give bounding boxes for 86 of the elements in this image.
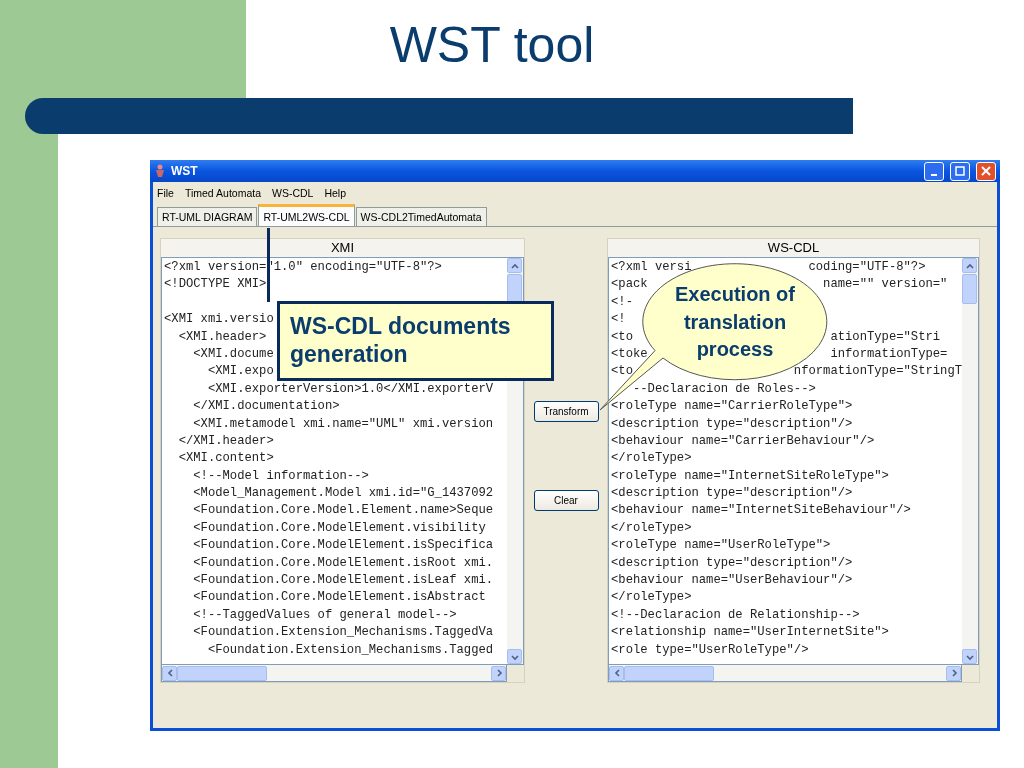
code-line: <role type="UserRoleType"/> [611, 642, 809, 657]
action-button[interactable]: Transform [533, 401, 599, 422]
close-button[interactable] [976, 161, 996, 181]
code-line: --Declaracion de Roles--> [631, 381, 816, 396]
code-line: <behaviour name="CarrierBehaviour"/> [611, 433, 875, 448]
scroll-up-button[interactable] [962, 258, 977, 273]
action-button[interactable]: Clear [533, 490, 599, 511]
horizontal-scrollbar[interactable] [608, 665, 962, 682]
scroll-right-button[interactable] [946, 665, 961, 681]
scroll-left-button[interactable] [162, 665, 177, 681]
code-line: </roleType> [611, 520, 692, 535]
scroll-right-button[interactable] [491, 665, 506, 681]
close-icon [981, 166, 991, 176]
code-line: <pack [611, 277, 648, 292]
scroll-up-button[interactable] [507, 258, 522, 273]
code-line: <XMI.metamodel xmi.name="UML" xmi.version [192, 416, 494, 431]
scrollbar-thumb[interactable] [962, 274, 977, 304]
tab[interactable]: WS-CDL2TimedAutomata [355, 207, 487, 226]
code-line: <Foundation.Core.ModelElement.isRoot xmi. [192, 555, 494, 570]
vertical-scrollbar[interactable] [962, 257, 979, 665]
code-line: <description type="description"/> [611, 416, 853, 431]
code-line: <XMI xmi.versio [164, 312, 274, 327]
code-line: ationType="Stri [830, 328, 941, 346]
code-line: <!- [611, 294, 633, 309]
code-line: <description type="description"/> [611, 486, 853, 501]
code-line: <! [611, 312, 626, 327]
code-line: <description type="description"/> [611, 555, 853, 570]
scrollbar-thumb[interactable] [624, 665, 714, 681]
maximize-button[interactable] [950, 161, 970, 181]
app-icon [154, 164, 166, 178]
window-title: WST [171, 164, 198, 178]
callout-text: Execution of translation process [674, 282, 796, 362]
horizontal-scrollbar[interactable] [161, 665, 507, 682]
menu-item[interactable]: Timed Automata [184, 186, 261, 199]
code-line: informationType= [830, 345, 948, 363]
code-line: <XMI.exporterVersion>1.0</XMI.exporterV [206, 381, 494, 396]
code-line: </roleType> [611, 590, 692, 605]
scroll-down-button[interactable] [507, 649, 522, 664]
code-line: <toke [611, 346, 648, 361]
code-line: <roleType name="InternetSiteRoleType"> [611, 468, 889, 483]
panel-title: WS-CDL [608, 239, 979, 257]
scroll-left-button[interactable] [609, 665, 624, 681]
scrollbar-thumb[interactable] [177, 665, 267, 681]
menu-item[interactable]: File [157, 186, 174, 199]
panel-title: XMI [161, 239, 524, 257]
code-line: coding="UTF-8"?> [808, 259, 926, 276]
code-line: <roleType name="UserRoleType"> [611, 538, 831, 553]
code-line: <Foundation.Core.ModelElement.isSpecifica [192, 538, 494, 553]
slide-title: WST tool [389, 16, 595, 75]
code-line: </roleType> [611, 451, 692, 466]
code-line: <Foundation.Core.ModelElement.visibility [192, 520, 486, 535]
code-line: <behaviour name="UserBehaviour"/> [611, 573, 853, 588]
code-line: <Foundation.Extension_Mechanisms.TaggedVa [192, 625, 494, 640]
minimize-icon [931, 174, 937, 176]
tab[interactable]: RT-UML2WS-CDL [258, 204, 355, 226]
code-line: nformationType="StringT [793, 363, 962, 381]
menu-item[interactable]: WS-CDL [272, 186, 314, 199]
code-line: <!--Declaracion de Relationship--> [611, 607, 860, 622]
code-line: <relationship name="UserInternetSite"> [611, 625, 889, 640]
scroll-down-button[interactable] [962, 649, 977, 664]
minimize-button[interactable] [924, 161, 944, 181]
code-line: <XMI.docume [192, 346, 274, 361]
code-line: <to [611, 364, 633, 379]
code-line: <Foundation.Core.Model.Element.name>Seque [192, 503, 494, 518]
tab[interactable]: RT-UML DIAGRAM [157, 207, 258, 226]
code-line: <XMI.expo [206, 364, 274, 379]
code-line: </XMI.documentation> [192, 399, 340, 414]
code-line: <!DOCTYPE XMI> [164, 277, 267, 292]
code-line: </XMI.header> [177, 433, 274, 448]
maximize-icon [955, 166, 965, 176]
code-line: <Foundation.Core.ModelElement.isAbstract [192, 590, 486, 605]
code-line: <!--TaggedValues of general model--> [192, 607, 457, 622]
menu-item[interactable]: Help [324, 186, 347, 199]
code-line: <!--Model information--> [192, 468, 369, 483]
code-line: <XMI.header> [177, 329, 267, 344]
callout-tooltip: WS-CDL documents generation [277, 301, 554, 381]
code-line: <Foundation.Extension_Mechanisms.Tagged [206, 642, 494, 657]
code-line: <XMI.content> [177, 451, 274, 466]
code-line: <Model_Management.Model xmi.id="G_1437092 [192, 486, 494, 501]
code-line: <?xml versi [611, 260, 692, 274]
code-line: <Foundation.Core.ModelElement.isLeaf xmi. [192, 573, 494, 588]
code-line: <behaviour name="InternetSiteBehaviour"/> [611, 503, 911, 518]
scrollbar-thumb[interactable] [507, 274, 522, 304]
code-line: name="" version=" [823, 276, 948, 294]
code-line: <roleType name="CarrierRoleType"> [611, 399, 853, 414]
code-line: <to [611, 329, 633, 344]
